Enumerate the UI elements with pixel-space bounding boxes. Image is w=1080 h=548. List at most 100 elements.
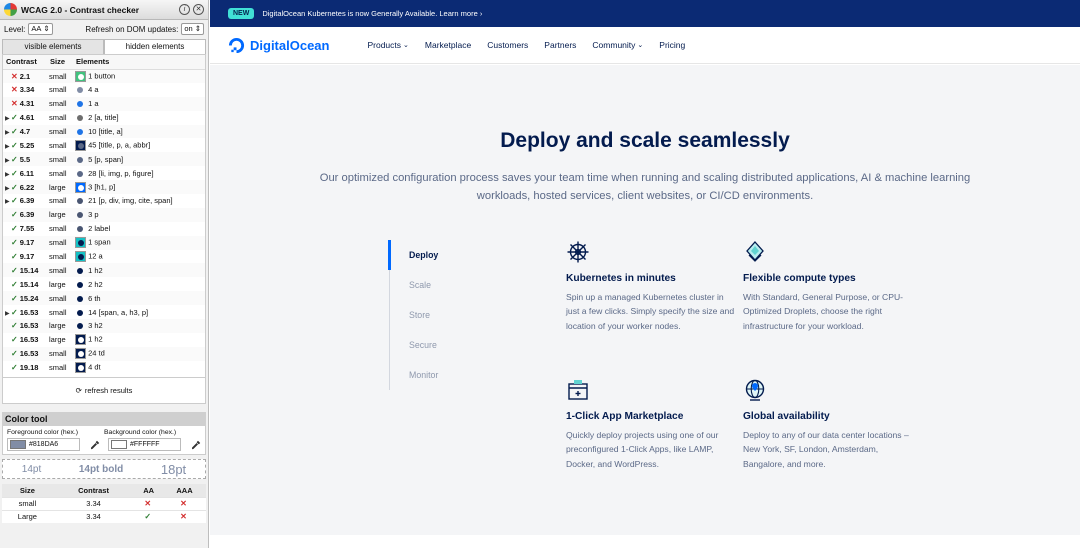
hero-title: Deploy and scale seamlessly — [500, 129, 790, 152]
contrast-cell: ✓ 16.53 — [3, 319, 47, 333]
fail-x-icon: ✕ — [180, 499, 187, 508]
table-row[interactable]: ▶✓ 5.25 small 45 [title, p, a, abbr] — [3, 138, 205, 152]
feature-card-compute: Flexible compute types With Standard, Ge… — [743, 240, 913, 333]
size-cell: small — [47, 346, 73, 361]
close-icon[interactable]: ✕ — [193, 4, 204, 15]
table-row[interactable]: ▶✓ 16.53 small 14 [span, a, h3, p] — [3, 305, 205, 319]
text-samples: 14pt 14pt bold 18pt — [2, 459, 206, 479]
elements-cell: 3 [h1, p] — [73, 180, 205, 195]
contrast-cell: ✕ 3.34 — [11, 85, 35, 95]
card-title: 1-Click App Marketplace — [566, 411, 684, 422]
nav-community[interactable]: Community ⌄ — [592, 40, 643, 50]
expand-arrow-icon[interactable]: ▶ — [5, 198, 10, 205]
nav-pricing[interactable]: Pricing — [659, 40, 685, 50]
size-cell: small — [47, 69, 73, 83]
pass-check-icon: ✓ — [11, 279, 18, 289]
table-row[interactable]: ▶✓ 4.61 small 2 [a, title] — [3, 111, 205, 125]
droplet-icon — [746, 241, 764, 262]
table-row[interactable]: ✓ 16.53 large 3 h2 — [3, 319, 205, 333]
digitalocean-logo-icon — [228, 37, 245, 53]
table-row[interactable]: ✕ 2.1 small 1 button — [3, 69, 205, 83]
table-row[interactable]: ✓ 16.53 small 24 td — [3, 346, 205, 361]
tab-deploy[interactable]: Deploy — [390, 240, 438, 270]
pass-check-icon: ✓ — [11, 113, 18, 123]
expand-arrow-icon[interactable]: ▶ — [5, 157, 10, 164]
table-row[interactable]: ✓ 16.53 large 1 h2 — [3, 333, 205, 347]
expand-arrow-icon[interactable]: ▶ — [5, 129, 10, 136]
color-dot — [77, 198, 83, 205]
elements-cell: 1 span — [73, 235, 205, 250]
table-row[interactable]: ✓ 6.39 large 3 p — [3, 207, 205, 222]
contrast-cell: ▶✓ 4.7 — [3, 124, 47, 139]
size-cell: small — [49, 224, 67, 234]
color-swatch — [75, 70, 86, 82]
results-table-wrapper[interactable]: Contrast Size Elements ✕ 2.1 small 1 butto… — [2, 54, 206, 378]
website: NEW DigitalOcean Kubernetes is now Gener… — [210, 0, 1080, 548]
refresh-dom-select[interactable]: on ⇕ — [181, 23, 204, 35]
table-row[interactable]: ▶✓ 6.22 large 3 [h1, p] — [3, 180, 205, 195]
tab-scale[interactable]: Scale — [390, 270, 438, 300]
pass-check-icon: ✓ — [11, 265, 18, 275]
size-cell: small — [49, 307, 67, 317]
table-row[interactable]: ✓ 15.14 large 2 h2 — [3, 277, 205, 291]
expand-arrow-icon[interactable]: ▶ — [5, 115, 10, 122]
table-row[interactable]: ✕ 3.34 small 4 a — [3, 83, 205, 97]
feature-card-kubernetes: Kubernetes in minutes Spin up a managed … — [566, 240, 736, 333]
color-dot — [77, 295, 83, 302]
table-row[interactable]: ▶✓ 6.39 small 21 [p, div, img, cite, span] — [3, 194, 205, 208]
contrast-cell: ✓ 15.24 — [3, 291, 47, 306]
nav-marketplace[interactable]: Marketplace — [425, 40, 471, 50]
options-row: Level: AA ⇕ Refresh on DOM updates: on ⇕ — [0, 20, 208, 38]
tab-hidden-elements[interactable]: hidden elements — [104, 39, 206, 54]
table-row[interactable]: ✓ 9.17 small 1 span — [3, 235, 205, 250]
banner-text[interactable]: DigitalOcean Kubernetes is now Generally… — [262, 9, 482, 18]
color-dot — [77, 156, 83, 163]
feature-card-marketplace: 1-Click App Marketplace Quickly deploy p… — [566, 378, 736, 471]
helm-wheel-icon — [567, 241, 589, 263]
size-cell: small — [49, 113, 67, 123]
table-row[interactable]: ✕ 4.31 small 1 a — [3, 96, 205, 111]
pass-check-icon: ✓ — [11, 168, 18, 178]
refresh-results-button[interactable]: ⟳ refresh results — [2, 378, 206, 404]
brand-logo[interactable]: DigitalOcean — [228, 37, 329, 54]
color-dot — [77, 226, 83, 233]
globe-pin-icon — [745, 379, 765, 401]
tab-store[interactable]: Store — [390, 300, 438, 330]
table-row[interactable]: ✓ 19.18 small 4 dt — [3, 361, 205, 375]
info-icon[interactable]: i — [179, 4, 190, 15]
size-cell: small — [49, 363, 67, 373]
level-select[interactable]: AA ⇕ — [28, 23, 53, 35]
eyedropper-icon[interactable] — [90, 440, 100, 450]
table-row[interactable]: ✓ 15.14 small 1 h2 — [3, 263, 205, 278]
table-row[interactable]: ▶✓ 5.5 small 5 [p, span] — [3, 152, 205, 167]
announcement-banner[interactable]: NEW DigitalOcean Kubernetes is now Gener… — [210, 0, 1080, 27]
tab-secure[interactable]: Secure — [390, 330, 438, 360]
tab-visible-elements[interactable]: visible elements — [2, 39, 104, 54]
bg-color-input[interactable]: #FFFFFF — [108, 438, 181, 451]
new-badge: NEW — [228, 8, 255, 19]
table-row[interactable]: ✓ 7.55 small 2 label — [3, 222, 205, 236]
expand-arrow-icon[interactable]: ▶ — [5, 185, 10, 192]
table-row[interactable]: ✓ 15.24 small 6 th — [3, 291, 205, 306]
table-row[interactable]: ▶✓ 4.7 small 10 [title, a] — [3, 124, 205, 139]
table-row[interactable]: ▶✓ 6.11 small 28 [li, img, p, figure] — [3, 166, 205, 180]
contrast-cell: ✓ 19.18 — [11, 363, 39, 373]
expand-arrow-icon[interactable]: ▶ — [5, 143, 10, 150]
elements-cell: 1 button — [73, 69, 205, 83]
table-row[interactable]: ✓ 9.17 small 12 a — [3, 250, 205, 264]
size-cell: small — [49, 168, 67, 178]
fg-color-input[interactable]: #818DA6 — [7, 438, 80, 451]
expand-arrow-icon[interactable]: ▶ — [5, 171, 10, 178]
refresh-results-label: refresh results — [84, 386, 133, 395]
elements-cell: 1 h2 — [73, 333, 205, 347]
nav-products[interactable]: Products ⌄ — [367, 40, 408, 50]
fg-color-swatch — [10, 440, 26, 449]
nav-partners[interactable]: Partners — [544, 40, 576, 50]
nav-customers[interactable]: Customers — [487, 40, 528, 50]
pass-check-icon: ✓ — [11, 154, 18, 164]
expand-arrow-icon[interactable]: ▶ — [5, 310, 10, 317]
elements-cell: 45 [title, p, a, abbr] — [73, 138, 205, 152]
eyedropper-icon[interactable] — [191, 440, 201, 450]
tab-monitor[interactable]: Monitor — [390, 360, 438, 390]
feature-card-global: Global availability Deploy to any of our… — [743, 378, 913, 471]
